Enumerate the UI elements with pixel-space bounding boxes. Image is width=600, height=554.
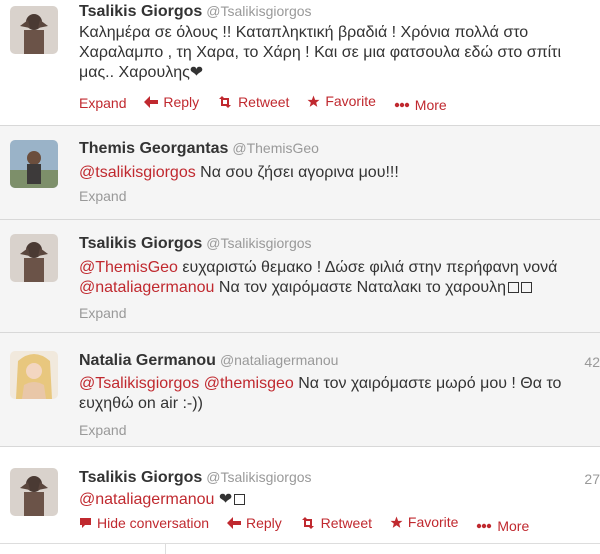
timeline-footer (0, 543, 600, 554)
author-handle[interactable]: @nataliagermanou (220, 352, 339, 368)
reply-button[interactable]: Reply (226, 515, 282, 531)
tweet-3[interactable]: Tsalikis Giorgos @Tsalikisgiorgos @Themis… (0, 220, 600, 332)
tweet-text-segment: Να τον χαιρόμαστε Ναταλακι το χαρουλη (214, 279, 507, 296)
author-handle[interactable]: @ThemisGeo (232, 140, 319, 156)
mention-link[interactable]: @tsalikisgiorgos (79, 164, 196, 181)
expand-link[interactable]: Expand (79, 95, 126, 111)
tweet-time[interactable]: 42 (570, 354, 600, 370)
avatar[interactable] (10, 351, 58, 399)
mention-link[interactable]: @themisgeo (204, 375, 294, 392)
more-dots-icon (394, 102, 410, 108)
retweet-icon (217, 95, 233, 108)
tweet-time[interactable]: 27 (570, 471, 600, 487)
tweet-actions: Expand Reply Retweet Favorite More (79, 93, 461, 113)
tweet-actions: Hide conversation Reply Retweet Favorite… (79, 514, 543, 534)
more-button[interactable]: More (476, 518, 529, 534)
tweet-text-line: @Tsalikisgiorgos @themisgeo Να τον χαιρό… (79, 374, 599, 394)
mention-link[interactable]: @nataliagermanou (79, 491, 214, 508)
author-name[interactable]: Themis Georgantas (79, 140, 228, 157)
avatar[interactable] (10, 6, 58, 54)
retweet-button[interactable]: Retweet (217, 94, 289, 110)
tweet-4[interactable]: Natalia Germanou @nataliagermanou 42 @Tsa… (0, 333, 600, 446)
tweet-text-segment: ευχηθώ on air :-)) (79, 395, 203, 412)
author-name[interactable]: Tsalikis Giorgos (79, 469, 202, 486)
tweet-text: Καλημέρα σε όλους !! Καταπληκτική βραδιά… (79, 23, 599, 83)
author-handle[interactable]: @Tsalikisgiorgos (206, 469, 311, 485)
author-handle[interactable]: @Tsalikisgiorgos (206, 235, 311, 251)
mention-link[interactable]: @ThemisGeo (79, 259, 178, 276)
star-icon (307, 95, 320, 108)
tweet-text-line: ευχηθώ on air :-)) (79, 394, 599, 414)
favorite-button[interactable]: Favorite (307, 93, 376, 109)
mention-link[interactable]: @Tsalikisgiorgos (79, 375, 199, 392)
author-name[interactable]: Tsalikis Giorgos (79, 235, 202, 252)
tweet-1[interactable]: Tsalikis Giorgos @Tsalikisgiorgos Καλημέρ… (0, 0, 600, 125)
heart-icon: ❤ (189, 64, 204, 81)
expand-link[interactable]: Expand (79, 188, 126, 204)
retweet-button[interactable]: Retweet (300, 515, 372, 531)
reply-icon (144, 95, 159, 108)
avatar[interactable] (10, 140, 58, 188)
star-icon (390, 516, 403, 529)
reply-button[interactable]: Reply (144, 94, 199, 110)
tweet-2[interactable]: Themis Georgantas @ThemisGeo @tsalikisgio… (0, 126, 600, 219)
tweet-text-line: @ThemisGeo ευχαριστώ θεμακο ! Δώσε φιλιά… (79, 258, 599, 278)
tweet-text-line: @nataliagermanou ❤ (79, 490, 599, 510)
tweet-text: @nataliagermanou ❤ (79, 490, 599, 510)
tweet-text: @tsalikisgiorgos Να σου ζήσει αγορινα μο… (79, 163, 599, 183)
tweet-text-line: @nataliagermanou Να τον χαιρόμαστε Ναταλ… (79, 278, 599, 298)
hide-conversation-link[interactable]: Hide conversation (79, 515, 209, 531)
unrendered-glyph-box (508, 282, 520, 293)
tweet-text: @Tsalikisgiorgos @themisgeo Να τον χαιρό… (79, 374, 599, 414)
author-name[interactable]: Natalia Germanou (79, 352, 216, 369)
tweet-text-line: μας.. Χαρουλης❤ (79, 63, 599, 83)
author-handle[interactable]: @Tsalikisgiorgos (206, 3, 311, 19)
tweet-text-segment: μας.. Χαρουλης (79, 64, 190, 81)
unrendered-glyph-box (234, 494, 246, 505)
more-dots-icon (476, 523, 492, 529)
tweet-5[interactable]: Tsalikis Giorgos @Tsalikisgiorgos 27 @nat… (0, 447, 600, 543)
favorite-button[interactable]: Favorite (390, 514, 458, 530)
expand-link[interactable]: Expand (79, 305, 126, 321)
avatar[interactable] (10, 234, 58, 282)
avatar[interactable] (10, 468, 58, 516)
tweet-text-segment: Χαραλαμπο , τη Χαρα, το Χάρη ! Και σε μι… (79, 44, 562, 61)
tweet-text-segment: Καλημέρα σε όλους !! Καταπληκτική βραδιά… (79, 24, 529, 41)
more-button[interactable]: More (394, 97, 447, 113)
tweet-text-segment: ευχαριστώ θεμακο ! Δώσε φιλιά στην περήφ… (177, 259, 558, 276)
tweet-text-line: Χαραλαμπο , τη Χαρα, το Χάρη ! Και σε μι… (79, 43, 599, 63)
speech-bubble-icon (79, 517, 92, 529)
tweet-text-segment: Να σου ζήσει αγορινα μου!!! (195, 164, 399, 181)
mention-link[interactable]: @nataliagermanou (79, 279, 214, 296)
tweet-text-segment: Να τον χαιρόμαστε μωρό μου ! Θα το (293, 375, 562, 392)
unrendered-glyph-box (521, 282, 533, 293)
tweet-text-line: @tsalikisgiorgos Να σου ζήσει αγορινα μο… (79, 163, 599, 183)
reply-icon (226, 516, 241, 529)
heart-icon: ❤ (218, 491, 233, 508)
retweet-icon (300, 516, 316, 529)
tweet-text: @ThemisGeo ευχαριστώ θεμακο ! Δώσε φιλιά… (79, 258, 599, 298)
author-name[interactable]: Tsalikis Giorgos (79, 3, 202, 20)
expand-link[interactable]: Expand (79, 422, 126, 438)
tweet-text-line: Καλημέρα σε όλους !! Καταπληκτική βραδιά… (79, 23, 599, 43)
